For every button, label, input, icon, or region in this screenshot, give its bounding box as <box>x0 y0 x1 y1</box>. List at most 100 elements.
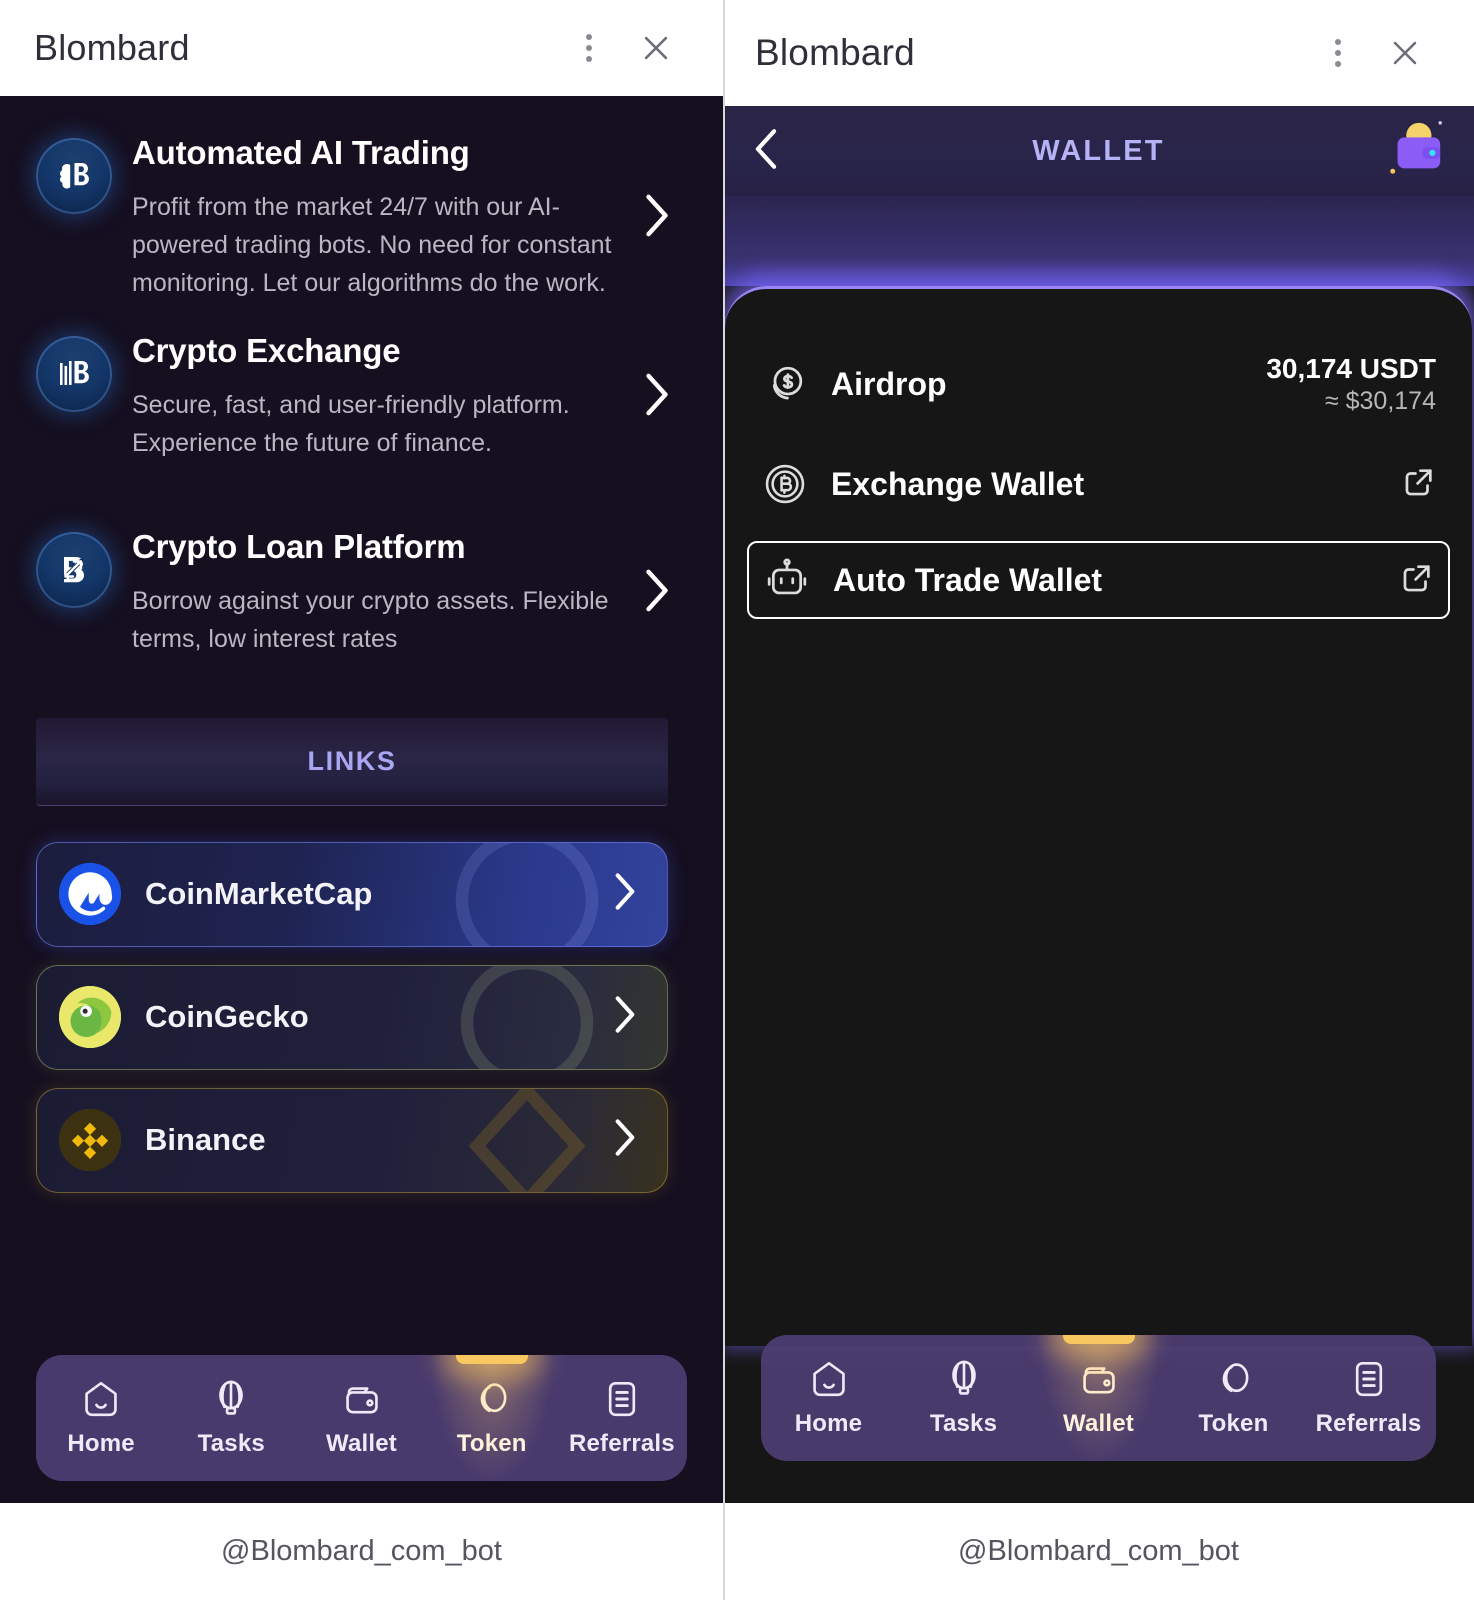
feature-title: Crypto Loan Platform <box>132 527 466 565</box>
home-icon <box>812 1361 845 1397</box>
links-section-header: LINKS <box>36 717 668 806</box>
kebab-menu-icon[interactable] <box>1310 25 1366 81</box>
feature-title: Automated AI Trading <box>132 134 470 171</box>
chevron-right-icon[interactable] <box>613 996 637 1039</box>
feature-title: Crypto Exchange <box>132 331 401 369</box>
wallet-card-panel: Airdrop 30,174 USDT ≈ $30,174 Exchange W… <box>725 286 1472 1346</box>
link-card-label: CoinMarketCap <box>145 876 373 912</box>
list-icon <box>1355 1361 1382 1397</box>
wallet-row-usd-value: ≈ $30,174 <box>1324 387 1436 416</box>
feature-description: Secure, fast, and user-friendly platform… <box>132 390 570 457</box>
chevron-right-icon[interactable] <box>613 1119 637 1162</box>
left-window-title: Blombard <box>34 27 190 68</box>
link-card-coingecko[interactable]: CoinGecko <box>36 964 668 1070</box>
tab-label: Referrals <box>568 1430 675 1457</box>
right-footer-handle: @Blombard_com_bot <box>958 1535 1239 1567</box>
balloon-icon <box>219 1380 244 1415</box>
link-card-coinmarketcap[interactable]: CoinMarketCap <box>36 841 668 947</box>
wallet-row-auto-trade-wallet[interactable]: Auto Trade Wallet <box>747 541 1450 619</box>
tab-label: Token <box>1198 1410 1269 1437</box>
left-footer-handle: @Blombard_com_bot <box>221 1535 502 1567</box>
chart-b-logo-icon <box>36 335 112 412</box>
wallet-glow-strip <box>723 196 1474 286</box>
feature-description: Borrow against your crypto assets. Flexi… <box>132 586 609 653</box>
balloon-icon <box>951 1360 976 1395</box>
home-icon <box>85 1381 117 1417</box>
dollar-coin-icon <box>761 360 809 408</box>
left-window: Blombard Automated AI Trading Profit fro… <box>0 0 723 1600</box>
token-coin-icon <box>1222 1363 1248 1393</box>
tab-tasks[interactable]: Tasks <box>896 1335 1031 1461</box>
coinmarketcap-logo-icon <box>59 863 121 926</box>
coingecko-logo-icon <box>59 986 121 1049</box>
link-card-label: Binance <box>145 1122 266 1158</box>
feature-item-crypto-exchange[interactable]: Crypto Exchange Secure, fast, and user-f… <box>0 324 723 470</box>
list-icon <box>608 1381 636 1417</box>
left-titlebar-actions <box>561 20 695 76</box>
wallet-icon <box>1082 1367 1115 1394</box>
tab-label: Referrals <box>1315 1410 1422 1437</box>
tab-label: Tasks <box>929 1410 998 1437</box>
links-header-label: LINKS <box>307 745 397 776</box>
chevron-right-icon[interactable] <box>643 193 671 242</box>
right-window-title: Blombard <box>755 32 915 73</box>
wallet-row-balance: 30,174 USDT ≈ $30,174 <box>1266 352 1436 417</box>
feature-item-crypto-loan-platform[interactable]: Crypto Loan Platform Borrow against your… <box>0 520 723 666</box>
tab-wallet[interactable]: Wallet <box>1031 1335 1166 1461</box>
tab-label: Home <box>794 1410 863 1437</box>
tab-label: Home <box>67 1430 135 1457</box>
feature-list: Automated AI Trading Profit from the mar… <box>0 96 723 666</box>
tab-home[interactable]: Home <box>761 1335 896 1461</box>
arrow-b-logo-icon <box>36 531 112 608</box>
bitcoin-coin-icon <box>761 460 809 508</box>
feature-item-automated-ai-trading[interactable]: Automated AI Trading Profit from the mar… <box>0 126 723 310</box>
robot-icon <box>763 556 811 604</box>
tab-token[interactable]: Token <box>1166 1335 1301 1461</box>
feature-body: Crypto Exchange Secure, fast, and user-f… <box>112 332 612 462</box>
wallet-row-exchange-wallet[interactable]: Exchange Wallet <box>747 441 1450 527</box>
feature-body: Automated AI Trading Profit from the mar… <box>112 134 612 302</box>
chevron-right-icon[interactable] <box>643 568 671 617</box>
wallet-row-airdrop[interactable]: Airdrop 30,174 USDT ≈ $30,174 <box>747 341 1450 427</box>
left-footer: @Blombard_com_bot <box>0 1503 723 1600</box>
tab-label: Wallet <box>1063 1410 1134 1437</box>
wallet-row-label: Exchange Wallet <box>831 465 1085 502</box>
link-card-binance[interactable]: Binance <box>36 1087 668 1193</box>
tab-home[interactable]: Home <box>36 1355 166 1481</box>
tab-label: Token <box>456 1430 527 1457</box>
wallet-page-title: WALLET <box>1032 134 1165 167</box>
wallet-icon <box>345 1387 378 1414</box>
right-bottom-tabbar: Home Tasks Wallet Token Referrals <box>761 1335 1436 1461</box>
tab-referrals[interactable]: Referrals <box>1301 1335 1436 1461</box>
tab-label: Tasks <box>197 1430 265 1457</box>
tab-referrals[interactable]: Referrals <box>557 1355 687 1481</box>
wallet-row-amount: 30,174 USDT <box>1266 352 1436 384</box>
wallet-row-label: Airdrop <box>831 365 947 402</box>
tab-tasks[interactable]: Tasks <box>166 1355 296 1481</box>
feature-body: Crypto Loan Platform Borrow against your… <box>112 528 612 658</box>
wallet-header: WALLET <box>723 106 1474 196</box>
close-icon[interactable] <box>1366 25 1444 81</box>
right-footer: @Blombard_com_bot <box>723 1503 1474 1600</box>
tab-label: Wallet <box>326 1430 397 1457</box>
tab-token[interactable]: Token <box>427 1355 557 1481</box>
close-icon[interactable] <box>617 20 695 76</box>
right-window: Blombard WALLET Airdrop 30,174 USDT ≈ $3… <box>723 0 1474 1600</box>
left-titlebar: Blombard <box>0 0 723 96</box>
external-link-icon[interactable] <box>1402 465 1436 504</box>
chevron-right-icon[interactable] <box>613 873 637 916</box>
screenshot-root: Blombard Automated AI Trading Profit fro… <box>0 0 1474 1600</box>
panel-divider <box>723 0 725 1600</box>
right-titlebar: Blombard <box>723 0 1474 106</box>
link-card-label: CoinGecko <box>145 999 309 1035</box>
wallet-bag-icon <box>1384 116 1446 187</box>
wallet-row-label: Auto Trade Wallet <box>833 561 1103 598</box>
feature-description: Profit from the market 24/7 with our AI-… <box>132 192 612 297</box>
right-app-body: WALLET Airdrop 30,174 USDT ≈ $30,174 Exc… <box>723 106 1474 1503</box>
chevron-right-icon[interactable] <box>643 372 671 421</box>
tab-wallet[interactable]: Wallet <box>296 1355 426 1481</box>
link-card-list: CoinMarketCap CoinGecko Binance <box>36 841 668 1193</box>
kebab-menu-icon[interactable] <box>561 20 617 76</box>
external-link-icon[interactable] <box>1400 561 1434 600</box>
left-bottom-tabbar: Home Tasks Wallet Token Referrals <box>36 1355 687 1481</box>
